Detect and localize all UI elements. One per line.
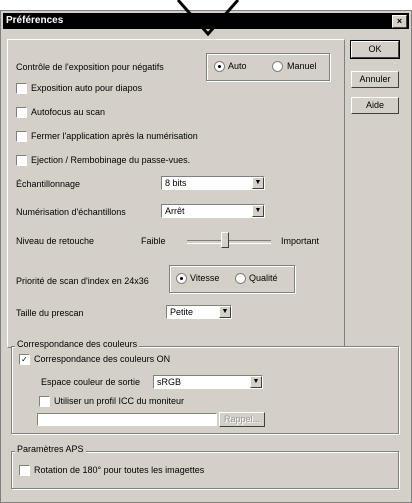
output-space-value: sRGB bbox=[157, 377, 182, 387]
retouch-low-label: Faible bbox=[141, 236, 166, 246]
autofocus-checkbox[interactable] bbox=[16, 107, 27, 118]
autofocus-label: Autofocus au scan bbox=[31, 107, 106, 117]
icc-profile-path-field[interactable] bbox=[37, 413, 217, 426]
exposure-manual-radio[interactable] bbox=[272, 61, 283, 72]
output-space-select[interactable]: sRGB ▼ bbox=[153, 375, 263, 389]
eject-checkbox[interactable] bbox=[16, 155, 27, 166]
multi-sample-select[interactable]: Arrêt ▼ bbox=[161, 204, 265, 218]
prescan-label: Taille du prescan bbox=[16, 308, 84, 318]
chevron-down-icon bbox=[176, 0, 240, 37]
chevron-down-icon[interactable]: ▼ bbox=[250, 376, 262, 388]
auto-slides-checkbox[interactable] bbox=[16, 83, 27, 94]
rotate-180-checkbox[interactable] bbox=[19, 465, 30, 476]
preferences-dialog: Préférences × OK Annuler Aide Contrôle d… bbox=[0, 10, 412, 503]
eject-label: Ejection / Rembobinage du passe-vues. bbox=[31, 155, 191, 165]
rotate-180-label: Rotation de 180° pour toutes les imagett… bbox=[34, 465, 205, 475]
index-priority-label: Priorité de scan d'index en 24x36 bbox=[16, 276, 149, 286]
chevron-down-icon[interactable]: ▼ bbox=[219, 306, 231, 318]
multi-sample-value: Arrêt bbox=[165, 206, 185, 216]
color-matching-on-label: Correspondance des couleurs ON bbox=[34, 354, 171, 364]
icc-profile-label: Utiliser un profil ICC du moniteur bbox=[54, 396, 185, 406]
prescan-value: Petite bbox=[170, 307, 194, 317]
help-button[interactable]: Aide bbox=[351, 97, 399, 114]
chevron-down-icon[interactable]: ▼ bbox=[252, 177, 264, 189]
icc-profile-checkbox[interactable] bbox=[39, 396, 50, 407]
retouch-slider-thumb[interactable] bbox=[221, 232, 230, 248]
index-speed-radio[interactable] bbox=[176, 273, 187, 284]
exposure-label: Contrôle de l'exposition pour négatifs bbox=[16, 62, 164, 72]
multi-sample-label: Numérisation d'échantillons bbox=[16, 207, 126, 217]
color-matching-on-checkbox[interactable]: ✓ bbox=[19, 354, 30, 365]
chevron-down-icon[interactable]: ▼ bbox=[252, 205, 264, 217]
sampling-select[interactable]: 8 bits ▼ bbox=[161, 176, 265, 190]
close-app-checkbox[interactable] bbox=[16, 131, 27, 142]
exposure-auto-radio[interactable] bbox=[214, 61, 225, 72]
index-quality-label: Qualité bbox=[249, 273, 278, 283]
dialog-title: Préférences bbox=[6, 15, 64, 26]
close-icon[interactable]: × bbox=[392, 15, 407, 28]
ok-button[interactable]: OK bbox=[350, 40, 400, 59]
prescan-select[interactable]: Petite ▼ bbox=[166, 305, 232, 319]
exposure-auto-label: Auto bbox=[228, 61, 247, 71]
retouch-high-label: Important bbox=[281, 236, 320, 246]
recall-button[interactable]: Rappel... bbox=[219, 412, 265, 427]
color-matching-title: Correspondance des couleurs bbox=[15, 339, 140, 349]
output-space-label: Espace couleur de sortie bbox=[41, 377, 141, 387]
retouch-label: Niveau de retouche bbox=[16, 236, 95, 246]
cancel-button[interactable]: Annuler bbox=[351, 71, 399, 88]
close-app-label: Fermer l'application après la numérisati… bbox=[31, 131, 198, 141]
auto-slides-label: Exposition auto pour diapos bbox=[31, 83, 143, 93]
exposure-manual-label: Manuel bbox=[287, 61, 317, 71]
index-speed-label: Vitesse bbox=[190, 273, 220, 283]
sampling-label: Échantillonnage bbox=[16, 179, 81, 189]
sampling-value: 8 bits bbox=[165, 178, 187, 188]
aps-title: Paramètres APS bbox=[15, 444, 86, 454]
index-quality-radio[interactable] bbox=[235, 273, 246, 284]
